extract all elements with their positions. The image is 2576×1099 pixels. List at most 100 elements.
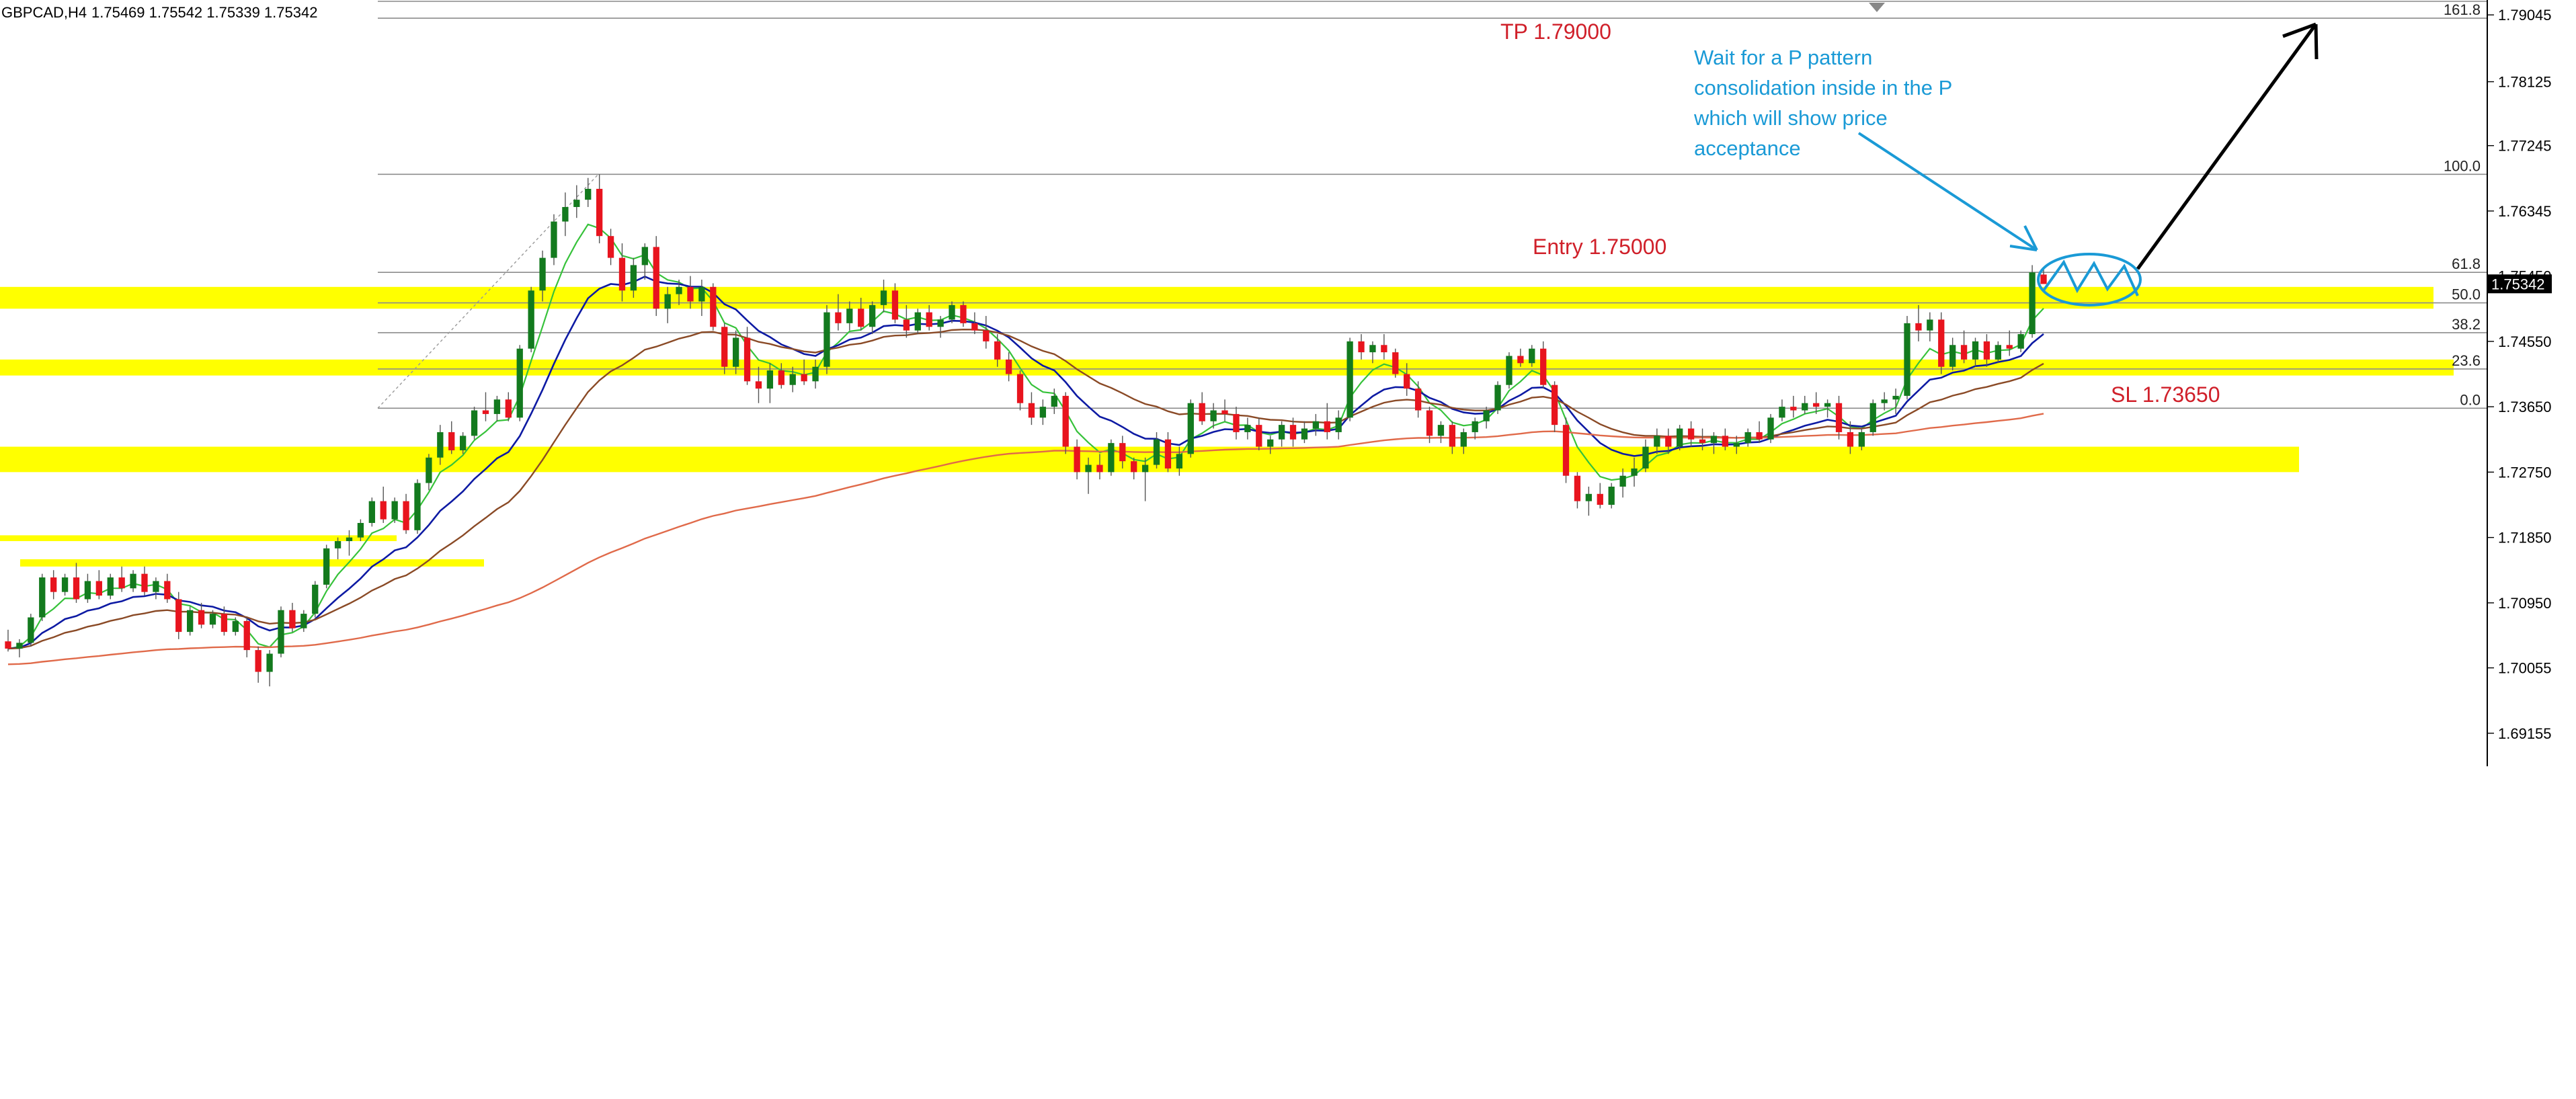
- bear-candle[interactable]: [1983, 341, 1990, 360]
- bull-candle[interactable]: [1483, 410, 1490, 421]
- bull-candle[interactable]: [1619, 475, 1626, 487]
- bear-candle[interactable]: [1414, 389, 1422, 411]
- bull-candle[interactable]: [153, 581, 159, 592]
- bear-candle[interactable]: [1096, 464, 1103, 473]
- bull-candle[interactable]: [823, 312, 830, 367]
- bear-candle[interactable]: [482, 410, 489, 414]
- bull-candle[interactable]: [1904, 323, 1910, 396]
- bear-candle[interactable]: [778, 370, 784, 385]
- bear-candle[interactable]: [1551, 384, 1558, 425]
- bear-candle[interactable]: [1756, 432, 1763, 440]
- bear-candle[interactable]: [198, 610, 205, 625]
- bear-candle[interactable]: [1164, 439, 1172, 469]
- bear-candle[interactable]: [5, 641, 11, 649]
- bear-candle[interactable]: [1131, 461, 1137, 473]
- bull-candle[interactable]: [1858, 432, 1865, 447]
- bull-candle[interactable]: [459, 436, 467, 450]
- bull-candle[interactable]: [437, 432, 444, 458]
- bear-candle[interactable]: [960, 304, 967, 323]
- bear-candle[interactable]: [596, 188, 603, 237]
- bear-candle[interactable]: [1517, 356, 1524, 364]
- bull-candle[interactable]: [209, 614, 216, 625]
- bear-candle[interactable]: [687, 286, 694, 302]
- bull-candle[interactable]: [39, 577, 46, 618]
- bull-candle[interactable]: [1301, 428, 1308, 440]
- bull-candle[interactable]: [551, 221, 557, 258]
- bear-candle[interactable]: [141, 573, 148, 592]
- bull-candle[interactable]: [846, 309, 853, 323]
- bull-candle[interactable]: [16, 643, 23, 649]
- bull-candle[interactable]: [869, 304, 876, 327]
- bear-candle[interactable]: [1665, 436, 1672, 447]
- bull-candle[interactable]: [323, 548, 330, 585]
- bear-candle[interactable]: [743, 337, 751, 382]
- bull-candle[interactable]: [1312, 421, 1320, 429]
- bull-candle[interactable]: [357, 523, 364, 538]
- bear-candle[interactable]: [1392, 352, 1399, 374]
- bear-candle[interactable]: [1404, 374, 1410, 389]
- bull-candle[interactable]: [1881, 399, 1888, 403]
- bear-candle[interactable]: [1847, 432, 1854, 447]
- bull-candle[interactable]: [1244, 425, 1251, 432]
- bull-candle[interactable]: [493, 399, 501, 414]
- bull-candle[interactable]: [1631, 468, 1638, 476]
- bull-candle[interactable]: [300, 614, 307, 628]
- bear-candle[interactable]: [95, 581, 102, 596]
- bear-candle[interactable]: [1540, 348, 1547, 385]
- bear-candle[interactable]: [653, 247, 659, 309]
- bear-candle[interactable]: [1289, 425, 1297, 440]
- bear-candle[interactable]: [1028, 403, 1035, 418]
- bear-candle[interactable]: [618, 257, 626, 291]
- bear-candle[interactable]: [1960, 345, 1968, 360]
- bull-candle[interactable]: [732, 337, 739, 367]
- bull-candle[interactable]: [1278, 425, 1285, 440]
- bull-candle[interactable]: [1995, 345, 2001, 360]
- bull-candle[interactable]: [630, 265, 637, 291]
- bear-candle[interactable]: [380, 501, 387, 520]
- bull-candle[interactable]: [1176, 454, 1183, 469]
- bull-candle[interactable]: [1153, 439, 1160, 465]
- bull-candle[interactable]: [1767, 417, 1774, 440]
- bear-candle[interactable]: [2006, 345, 2013, 349]
- bear-candle[interactable]: [710, 286, 717, 327]
- bear-candle[interactable]: [50, 577, 57, 592]
- bull-candle[interactable]: [312, 584, 319, 614]
- bear-candle[interactable]: [1221, 410, 1228, 414]
- bear-candle[interactable]: [1074, 446, 1080, 473]
- bear-candle[interactable]: [175, 599, 182, 633]
- bull-candle[interactable]: [1460, 432, 1467, 447]
- bull-candle[interactable]: [937, 319, 944, 327]
- bear-candle[interactable]: [835, 312, 842, 323]
- bull-candle[interactable]: [1494, 384, 1501, 411]
- bull-candle[interactable]: [130, 573, 136, 589]
- bull-candle[interactable]: [1744, 432, 1751, 444]
- bear-candle[interactable]: [118, 577, 125, 589]
- bull-candle[interactable]: [528, 290, 534, 349]
- bear-candle[interactable]: [1426, 410, 1433, 436]
- bear-candle[interactable]: [1381, 345, 1387, 353]
- bull-candle[interactable]: [562, 206, 569, 222]
- bull-candle[interactable]: [1654, 436, 1660, 447]
- bear-candle[interactable]: [755, 381, 762, 389]
- bear-candle[interactable]: [2040, 274, 2047, 284]
- bull-candle[interactable]: [1210, 410, 1217, 421]
- bull-candle[interactable]: [1335, 417, 1342, 432]
- bear-candle[interactable]: [243, 620, 250, 651]
- bear-candle[interactable]: [994, 341, 1001, 360]
- bear-candle[interactable]: [1449, 425, 1456, 447]
- bear-candle[interactable]: [1256, 425, 1262, 447]
- bull-candle[interactable]: [880, 290, 887, 305]
- bull-candle[interactable]: [516, 348, 523, 418]
- bull-candle[interactable]: [1608, 486, 1615, 505]
- bear-candle[interactable]: [1562, 425, 1570, 476]
- bear-candle[interactable]: [1062, 395, 1069, 447]
- bull-candle[interactable]: [1972, 341, 1979, 360]
- bull-candle[interactable]: [346, 537, 353, 542]
- bull-candle[interactable]: [1051, 395, 1057, 407]
- bear-candle[interactable]: [1597, 493, 1603, 505]
- bear-candle[interactable]: [448, 432, 455, 450]
- bear-candle[interactable]: [1813, 403, 1820, 407]
- bull-candle[interactable]: [1779, 407, 1785, 418]
- bull-candle[interactable]: [641, 247, 648, 266]
- bull-candle[interactable]: [187, 610, 194, 633]
